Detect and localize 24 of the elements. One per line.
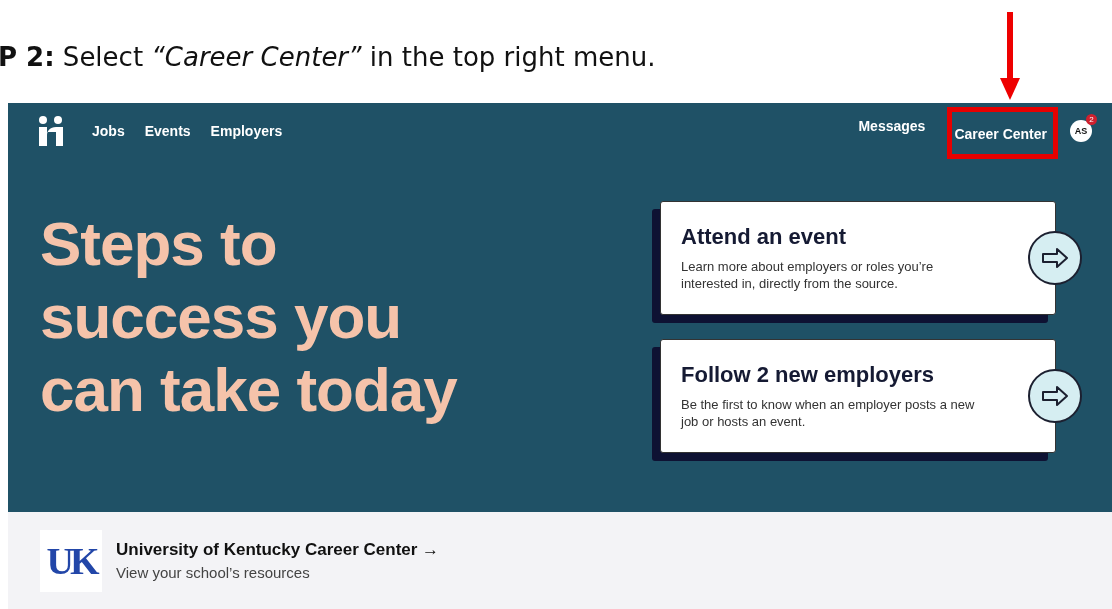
avatar-initials: AS bbox=[1074, 126, 1088, 136]
nav-link[interactable]: Messages bbox=[858, 103, 926, 159]
hero-heading: can take today bbox=[40, 354, 459, 426]
hero-heading: Steps to bbox=[40, 208, 278, 280]
card-description: Be the first to know when an employer posts a new job or hosts an event. bbox=[681, 396, 976, 430]
arrow-icon bbox=[1041, 247, 1069, 269]
school-link[interactable]: University of Kentucky Career Center → bbox=[116, 540, 440, 560]
logo-icon[interactable] bbox=[38, 116, 64, 146]
nav-link[interactable]: Career Center bbox=[947, 106, 1058, 159]
card-title: Follow 2 new employers bbox=[681, 362, 936, 388]
arrow-icon bbox=[1041, 385, 1069, 407]
nav-link[interactable]: Employers bbox=[210, 109, 283, 153]
nav-link[interactable]: Jobs bbox=[92, 109, 125, 153]
arrow-button[interactable] bbox=[1028, 369, 1082, 423]
school-logo: UK bbox=[40, 529, 102, 592]
notification-badge: 2 bbox=[1086, 114, 1097, 125]
card-description: Learn more about employers or roles you’re interested in, directly from the source. bbox=[681, 258, 935, 292]
arrow-button[interactable] bbox=[1028, 231, 1082, 285]
card-title: Attend an event bbox=[681, 224, 848, 250]
instruction-text: P 2: Select “Career Center” in the top right menu. bbox=[0, 41, 656, 74]
nav-link[interactable]: Events bbox=[144, 109, 191, 153]
hero-heading: success you bbox=[40, 281, 403, 353]
arrow-icon bbox=[1000, 12, 1020, 102]
school-subtitle: View your school’s resources bbox=[116, 564, 311, 581]
